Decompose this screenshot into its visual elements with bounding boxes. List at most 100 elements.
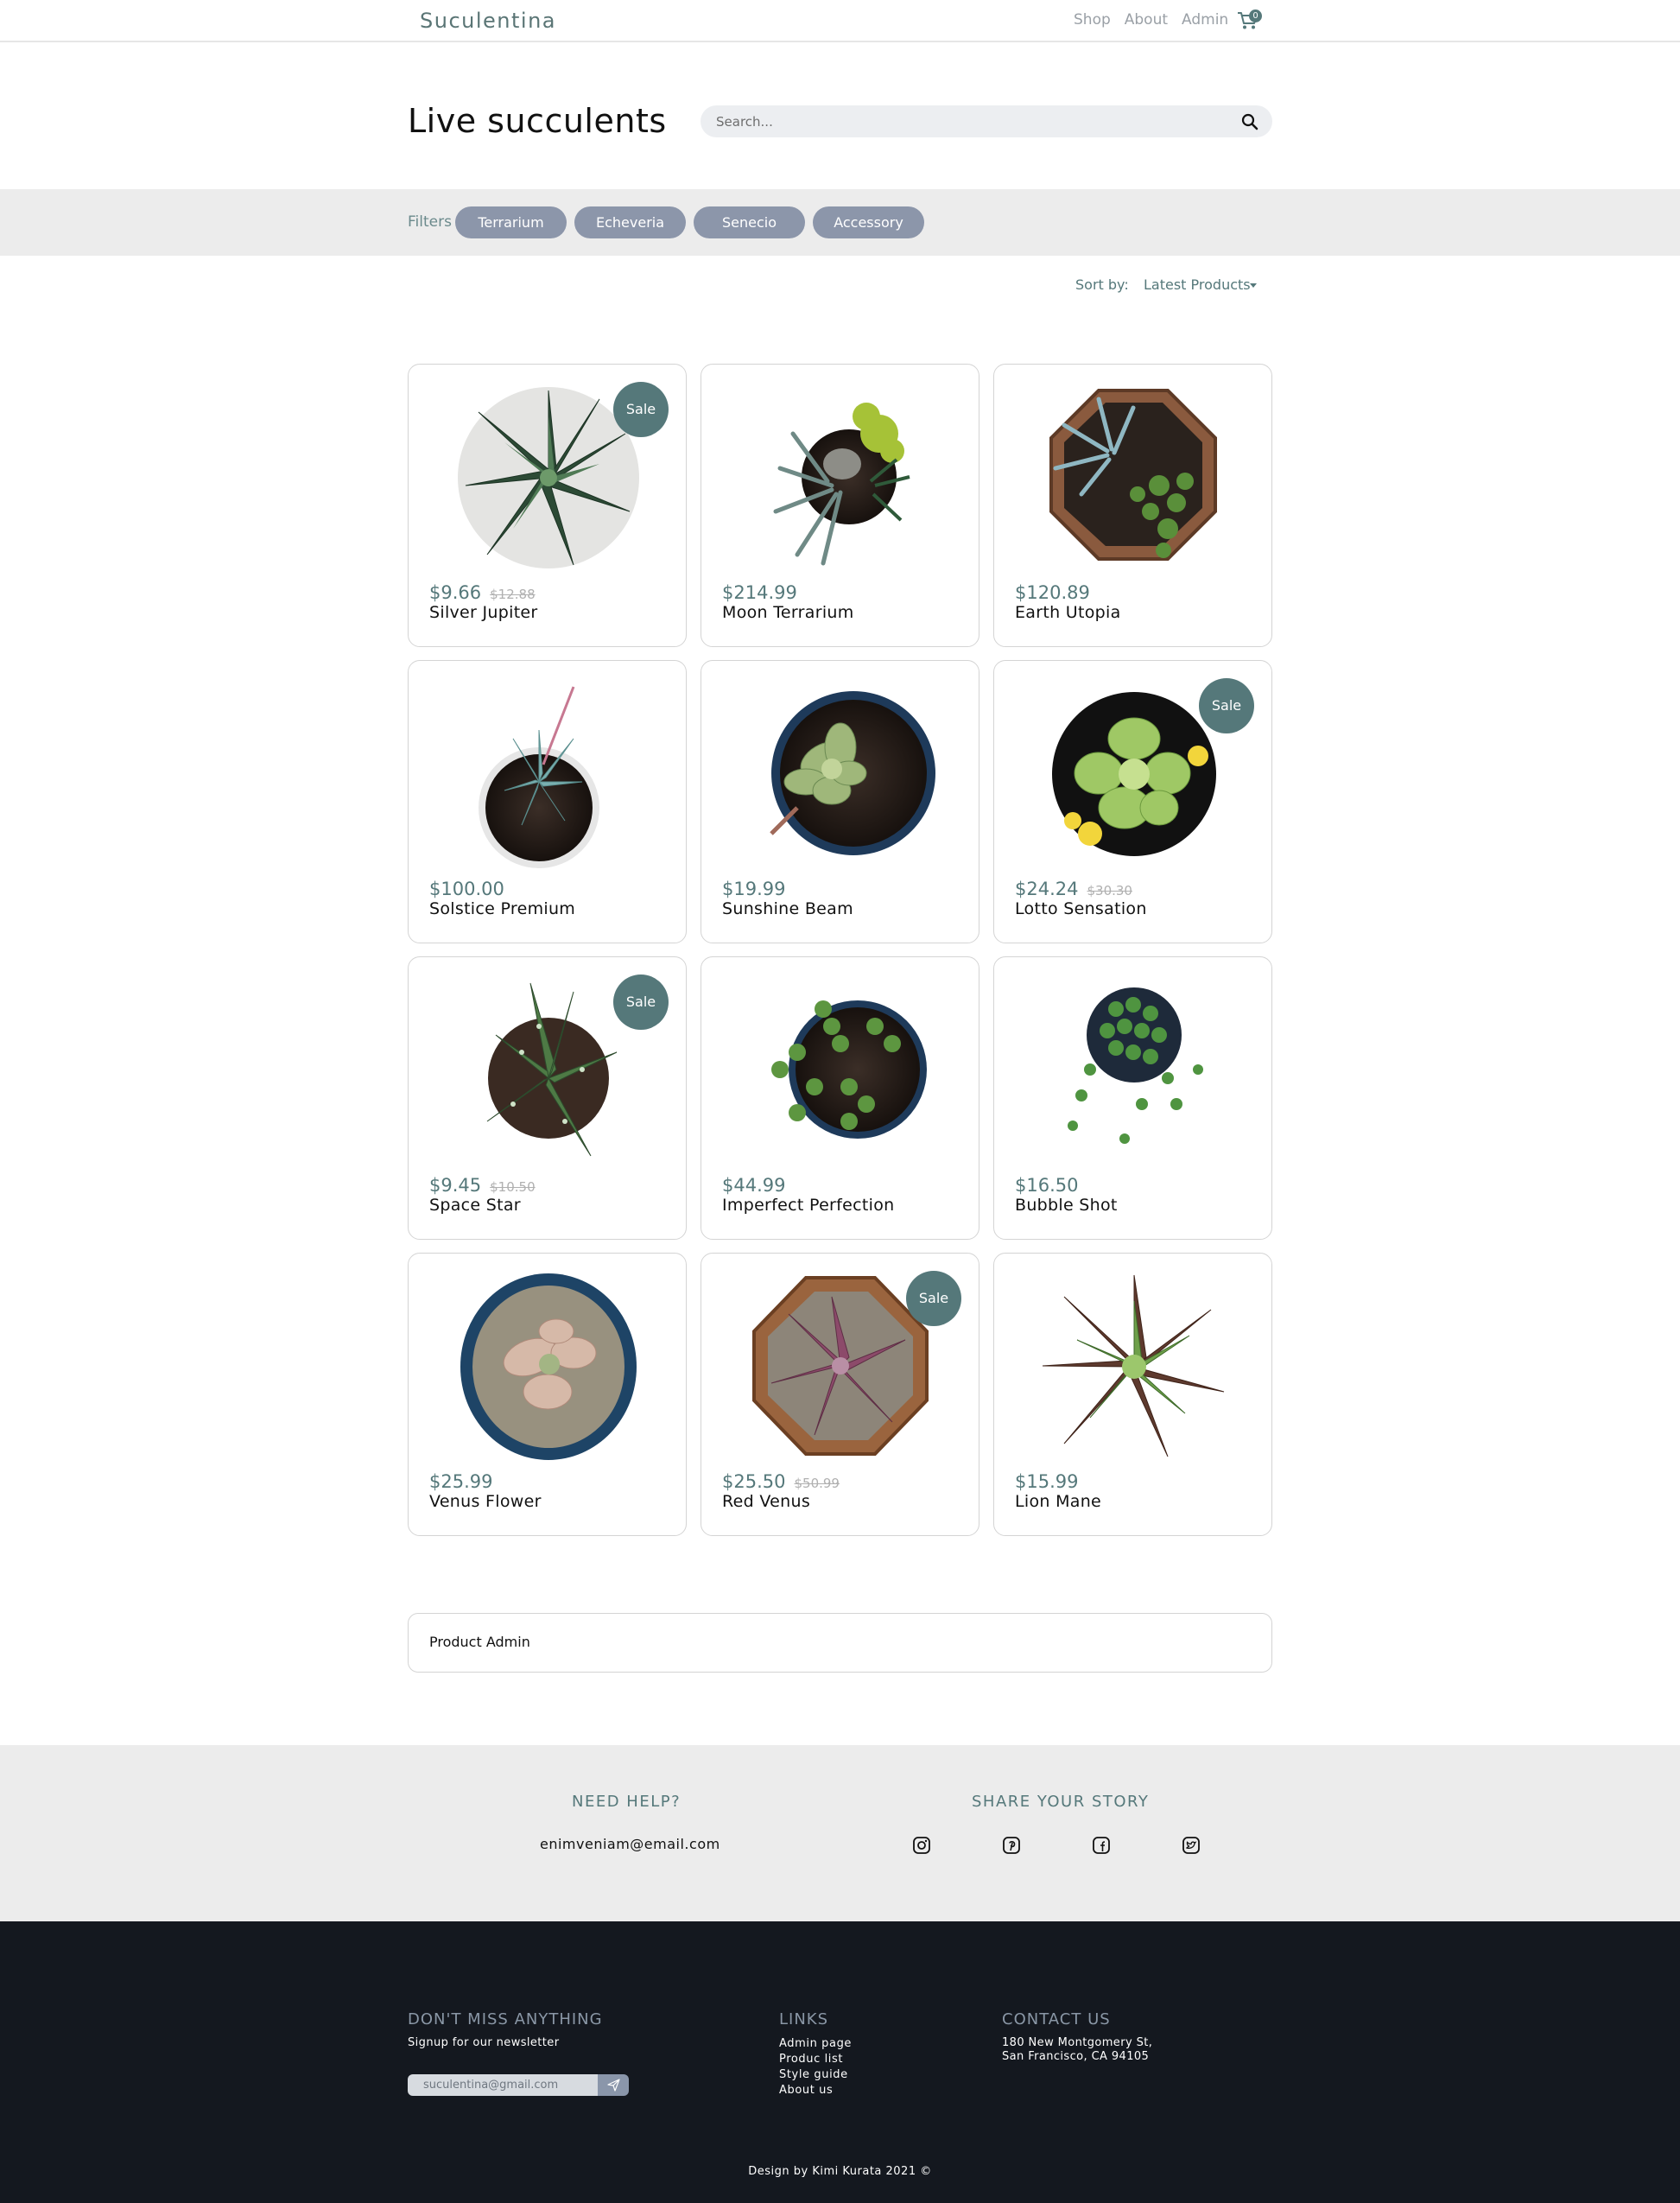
product-image bbox=[1042, 1274, 1225, 1457]
product-card[interactable]: $19.99 Sunshine Beam bbox=[701, 660, 979, 943]
product-card[interactable]: $120.89 Earth Utopia bbox=[993, 364, 1272, 647]
chevron-down-icon[interactable] bbox=[1250, 283, 1257, 288]
need-help-title: NEED HELP? bbox=[572, 1793, 682, 1811]
contact-address-line1: 180 New Montgomery St, bbox=[1002, 2036, 1153, 2049]
nav-link-shop[interactable]: Shop bbox=[1074, 11, 1111, 29]
newsletter-email-input[interactable] bbox=[408, 2074, 598, 2096]
site-logo[interactable]: Suculentina bbox=[420, 9, 556, 33]
product-price: $9.45 bbox=[429, 1175, 482, 1196]
price-row: $25.99 bbox=[429, 1471, 501, 1492]
footer-link-admin-page[interactable]: Admin page bbox=[779, 2037, 852, 2050]
product-image bbox=[1068, 987, 1203, 1144]
nav-links: Shop About Admin bbox=[1074, 11, 1228, 29]
product-old-price: $50.99 bbox=[794, 1476, 840, 1491]
product-name: Silver Jupiter bbox=[429, 603, 538, 622]
search-input[interactable] bbox=[716, 105, 1234, 137]
search-bar bbox=[701, 105, 1272, 137]
product-price: $44.99 bbox=[722, 1175, 786, 1196]
twitter-icon[interactable] bbox=[1182, 1836, 1201, 1855]
product-name: Space Star bbox=[429, 1196, 521, 1215]
search-icon[interactable] bbox=[1240, 112, 1259, 131]
product-card[interactable]: $100.00 Solstice Premium bbox=[408, 660, 687, 943]
product-admin-panel[interactable]: Product Admin bbox=[408, 1613, 1272, 1673]
product-card[interactable]: $15.99 Lion Mane bbox=[993, 1253, 1272, 1536]
product-price: $100.00 bbox=[429, 879, 504, 899]
price-row: $15.99 bbox=[1015, 1471, 1087, 1492]
footer-credit: Design by Kimi Kurata 2021 © bbox=[748, 2165, 932, 2178]
newsletter-title: DON'T MISS ANYTHING bbox=[408, 2010, 603, 2028]
price-row: $9.66 $12.88 bbox=[429, 582, 536, 603]
price-row: $214.99 bbox=[722, 582, 806, 603]
footer-link-product-list[interactable]: Produc list bbox=[779, 2053, 852, 2066]
filter-chip-echeveria[interactable]: Echeveria bbox=[574, 206, 686, 238]
price-row: $24.24 $30.30 bbox=[1015, 879, 1132, 899]
help-email-link[interactable]: enimveniam@email.com bbox=[540, 1836, 720, 1852]
product-name: Lotto Sensation bbox=[1015, 899, 1147, 918]
product-image bbox=[460, 1273, 637, 1460]
product-price: $9.66 bbox=[429, 582, 482, 603]
top-navbar: Suculentina Shop About Admin 0 bbox=[0, 0, 1680, 42]
product-price: $25.50 bbox=[722, 1471, 786, 1492]
product-name: Lion Mane bbox=[1015, 1492, 1102, 1511]
product-price: $19.99 bbox=[722, 879, 786, 899]
product-old-price: $10.50 bbox=[490, 1179, 536, 1195]
footer-link-about-us[interactable]: About us bbox=[779, 2084, 852, 2097]
product-name: Moon Terrarium bbox=[722, 603, 854, 622]
product-price: $24.24 bbox=[1015, 879, 1079, 899]
product-image bbox=[1049, 389, 1217, 561]
product-old-price: $12.88 bbox=[490, 587, 536, 602]
product-price: $120.89 bbox=[1015, 582, 1090, 603]
send-icon bbox=[607, 2079, 620, 2092]
price-row: $120.89 bbox=[1015, 582, 1099, 603]
product-name: Earth Utopia bbox=[1015, 603, 1121, 622]
product-price: $214.99 bbox=[722, 582, 797, 603]
contact-address-line2: San Francisco, CA 94105 bbox=[1002, 2050, 1150, 2063]
filter-chip-terrarium[interactable]: Terrarium bbox=[455, 206, 567, 238]
price-row: $44.99 bbox=[722, 1175, 794, 1196]
product-name: Bubble Shot bbox=[1015, 1196, 1118, 1215]
sort-label: Sort by: bbox=[1075, 276, 1129, 293]
sort-dropdown[interactable]: Latest Products bbox=[1144, 276, 1251, 293]
cart-count-badge: 0 bbox=[1249, 10, 1262, 22]
product-name: Venus Flower bbox=[429, 1492, 542, 1511]
product-card[interactable]: $16.50 Bubble Shot bbox=[993, 956, 1272, 1240]
newsletter-text: Signup for our newsletter bbox=[408, 2036, 560, 2049]
product-image bbox=[770, 691, 935, 855]
product-price: $15.99 bbox=[1015, 1471, 1079, 1492]
sale-badge: Sale bbox=[613, 382, 669, 437]
product-card[interactable]: $44.99 Imperfect Perfection bbox=[701, 956, 979, 1240]
pinterest-icon[interactable] bbox=[1002, 1836, 1021, 1855]
product-card[interactable]: $214.99 Moon Terrarium bbox=[701, 364, 979, 647]
instagram-icon[interactable] bbox=[912, 1836, 931, 1855]
page-title: Live succulents bbox=[408, 102, 667, 140]
nav-link-admin[interactable]: Admin bbox=[1182, 11, 1228, 29]
newsletter-submit-button[interactable] bbox=[598, 2074, 629, 2096]
nav-link-about[interactable]: About bbox=[1125, 11, 1168, 29]
footer-links: Admin page Produc list Style guide About… bbox=[779, 2037, 852, 2097]
price-row: $19.99 bbox=[722, 879, 794, 899]
footer-link-style-guide[interactable]: Style guide bbox=[779, 2068, 852, 2081]
product-image bbox=[479, 686, 599, 868]
sale-badge: Sale bbox=[906, 1271, 961, 1326]
facebook-icon[interactable] bbox=[1092, 1836, 1111, 1855]
help-section bbox=[0, 1745, 1680, 1921]
contact-title: CONTACT US bbox=[1002, 2010, 1111, 2028]
product-name: Solstice Premium bbox=[429, 899, 576, 918]
price-row: $100.00 bbox=[429, 879, 513, 899]
product-admin-label: Product Admin bbox=[429, 1634, 530, 1650]
share-story-title: SHARE YOUR STORY bbox=[972, 1793, 1150, 1811]
price-row: $9.45 $10.50 bbox=[429, 1175, 536, 1196]
filter-chip-senecio[interactable]: Senecio bbox=[694, 206, 805, 238]
links-title: LINKS bbox=[779, 2010, 829, 2028]
price-row: $25.50 $50.99 bbox=[722, 1471, 840, 1492]
product-name: Red Venus bbox=[722, 1492, 811, 1511]
sale-badge: Sale bbox=[613, 975, 669, 1030]
filters-label: Filters bbox=[408, 213, 452, 231]
filter-chip-accessory[interactable]: Accessory bbox=[813, 206, 924, 238]
product-card[interactable]: $25.99 Venus Flower bbox=[408, 1253, 687, 1536]
product-image bbox=[771, 1000, 927, 1139]
product-name: Imperfect Perfection bbox=[722, 1196, 895, 1215]
product-price: $25.99 bbox=[429, 1471, 493, 1492]
product-name: Sunshine Beam bbox=[722, 899, 853, 918]
sale-badge: Sale bbox=[1199, 678, 1254, 733]
